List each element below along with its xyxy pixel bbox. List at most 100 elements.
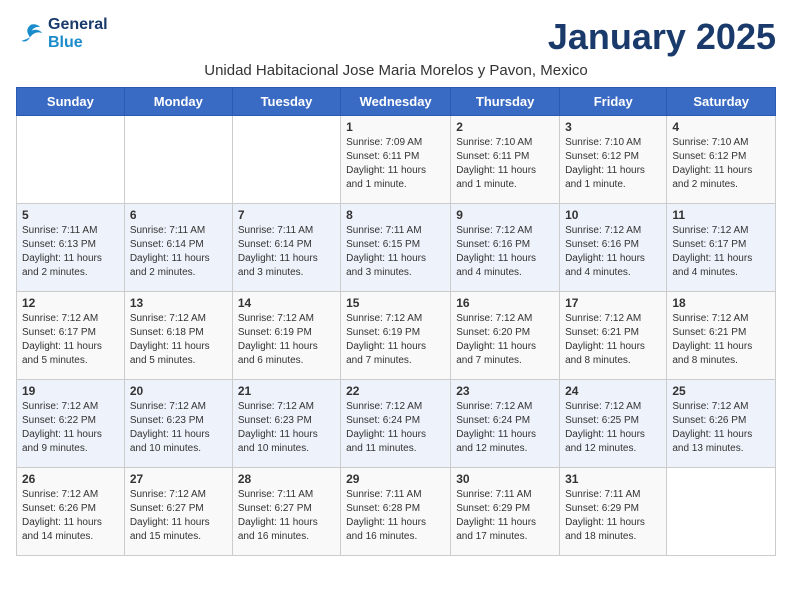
calendar-week-row: 12 Sunrise: 7:12 AM Sunset: 6:17 PM Dayli…	[17, 292, 776, 380]
calendar-cell: 17 Sunrise: 7:12 AM Sunset: 6:21 PM Dayli…	[560, 292, 667, 380]
calendar-cell: 4Sunrise: 7:10 AM Sunset: 6:12 PM Daylig…	[667, 116, 776, 204]
calendar-week-row: 5Sunrise: 7:11 AM Sunset: 6:13 PM Daylig…	[17, 204, 776, 292]
day-info: Sunrise: 7:11 AM Sunset: 6:29 PM Dayligh…	[565, 488, 661, 544]
day-info: Sunrise: 7:12 AM Sunset: 6:19 PM Dayligh…	[346, 312, 445, 368]
calendar-cell	[124, 116, 232, 204]
calendar-cell: 30Sunrise: 7:11 AM Sunset: 6:29 PM Dayli…	[451, 468, 560, 556]
day-number: 28	[238, 472, 335, 486]
day-number: 3	[565, 120, 661, 134]
day-info: Sunrise: 7:10 AM Sunset: 6:11 PM Dayligh…	[456, 136, 554, 192]
day-info: Sunrise: 7:09 AM Sunset: 6:11 PM Dayligh…	[346, 136, 445, 192]
day-of-week-header: Monday	[124, 88, 232, 116]
calendar-week-row: 1 Sunrise: 7:09 AM Sunset: 6:11 PM Daylig…	[17, 116, 776, 204]
calendar-cell: 14Sunrise: 7:12 AM Sunset: 6:19 PM Dayli…	[232, 292, 340, 380]
calendar: SundayMondayTuesdayWednesdayThursdayFrid…	[16, 87, 776, 556]
day-info: Sunrise: 7:12 AM Sunset: 6:23 PM Dayligh…	[238, 400, 335, 456]
day-info: Sunrise: 7:11 AM Sunset: 6:29 PM Dayligh…	[456, 488, 554, 544]
day-number: 25	[672, 384, 770, 398]
day-of-week-header: Saturday	[667, 88, 776, 116]
day-number: 13	[130, 296, 227, 310]
day-number: 29	[346, 472, 445, 486]
calendar-cell	[667, 468, 776, 556]
day-info: Sunrise: 7:12 AM Sunset: 6:16 PM Dayligh…	[565, 224, 661, 280]
day-number: 20	[130, 384, 227, 398]
day-number: 17	[565, 296, 661, 310]
day-info: Sunrise: 7:12 AM Sunset: 6:17 PM Dayligh…	[22, 312, 119, 368]
logo-general: General	[48, 16, 108, 34]
day-number: 18	[672, 296, 770, 310]
day-number: 2	[456, 120, 554, 134]
day-of-week-header: Wednesday	[341, 88, 451, 116]
calendar-cell: 10 Sunrise: 7:12 AM Sunset: 6:16 PM Dayli…	[560, 204, 667, 292]
calendar-cell: 7 Sunrise: 7:11 AM Sunset: 6:14 PM Daylig…	[232, 204, 340, 292]
calendar-cell: 22 Sunrise: 7:12 AM Sunset: 6:24 PM Dayli…	[341, 380, 451, 468]
calendar-cell: 15 Sunrise: 7:12 AM Sunset: 6:19 PM Dayli…	[341, 292, 451, 380]
day-info: Sunrise: 7:12 AM Sunset: 6:27 PM Dayligh…	[130, 488, 227, 544]
day-info: Sunrise: 7:12 AM Sunset: 6:26 PM Dayligh…	[672, 400, 770, 456]
logo-blue: Blue	[48, 34, 108, 52]
calendar-cell: 20Sunrise: 7:12 AM Sunset: 6:23 PM Dayli…	[124, 380, 232, 468]
day-info: Sunrise: 7:12 AM Sunset: 6:25 PM Dayligh…	[565, 400, 661, 456]
day-number: 7	[238, 208, 335, 222]
calendar-cell: 13 Sunrise: 7:12 AM Sunset: 6:18 PM Dayli…	[124, 292, 232, 380]
days-of-week-row: SundayMondayTuesdayWednesdayThursdayFrid…	[17, 88, 776, 116]
calendar-cell: 24 Sunrise: 7:12 AM Sunset: 6:25 PM Dayli…	[560, 380, 667, 468]
day-number: 11	[672, 208, 770, 222]
day-number: 15	[346, 296, 445, 310]
day-number: 14	[238, 296, 335, 310]
calendar-cell	[17, 116, 125, 204]
day-of-week-header: Friday	[560, 88, 667, 116]
calendar-cell: 18Sunrise: 7:12 AM Sunset: 6:21 PM Dayli…	[667, 292, 776, 380]
day-number: 6	[130, 208, 227, 222]
calendar-cell: 9 Sunrise: 7:12 AM Sunset: 6:16 PM Daylig…	[451, 204, 560, 292]
day-number: 22	[346, 384, 445, 398]
calendar-cell: 12 Sunrise: 7:12 AM Sunset: 6:17 PM Dayli…	[17, 292, 125, 380]
month-title: January 2025	[548, 16, 776, 58]
day-number: 8	[346, 208, 445, 222]
calendar-cell: 2 Sunrise: 7:10 AM Sunset: 6:11 PM Daylig…	[451, 116, 560, 204]
day-number: 1	[346, 120, 445, 134]
calendar-cell: 3 Sunrise: 7:10 AM Sunset: 6:12 PM Daylig…	[560, 116, 667, 204]
day-number: 9	[456, 208, 554, 222]
day-of-week-header: Sunday	[17, 88, 125, 116]
day-number: 21	[238, 384, 335, 398]
day-info: Sunrise: 7:12 AM Sunset: 6:24 PM Dayligh…	[456, 400, 554, 456]
day-info: Sunrise: 7:11 AM Sunset: 6:27 PM Dayligh…	[238, 488, 335, 544]
calendar-cell: 1 Sunrise: 7:09 AM Sunset: 6:11 PM Daylig…	[341, 116, 451, 204]
calendar-cell: 31 Sunrise: 7:11 AM Sunset: 6:29 PM Dayli…	[560, 468, 667, 556]
header: General Blue January 2025	[16, 16, 776, 58]
calendar-cell: 27 Sunrise: 7:12 AM Sunset: 6:27 PM Dayli…	[124, 468, 232, 556]
day-info: Sunrise: 7:10 AM Sunset: 6:12 PM Dayligh…	[672, 136, 770, 192]
day-info: Sunrise: 7:12 AM Sunset: 6:24 PM Dayligh…	[346, 400, 445, 456]
day-number: 27	[130, 472, 227, 486]
day-number: 24	[565, 384, 661, 398]
day-number: 19	[22, 384, 119, 398]
calendar-cell: 25 Sunrise: 7:12 AM Sunset: 6:26 PM Dayli…	[667, 380, 776, 468]
calendar-cell: 6 Sunrise: 7:11 AM Sunset: 6:14 PM Daylig…	[124, 204, 232, 292]
day-info: Sunrise: 7:12 AM Sunset: 6:21 PM Dayligh…	[565, 312, 661, 368]
calendar-week-row: 19 Sunrise: 7:12 AM Sunset: 6:22 PM Dayli…	[17, 380, 776, 468]
day-info: Sunrise: 7:11 AM Sunset: 6:14 PM Dayligh…	[130, 224, 227, 280]
day-number: 12	[22, 296, 119, 310]
day-number: 16	[456, 296, 554, 310]
day-info: Sunrise: 7:12 AM Sunset: 6:16 PM Dayligh…	[456, 224, 554, 280]
calendar-cell: 8Sunrise: 7:11 AM Sunset: 6:15 PM Daylig…	[341, 204, 451, 292]
logo: General Blue	[16, 16, 108, 51]
day-info: Sunrise: 7:12 AM Sunset: 6:20 PM Dayligh…	[456, 312, 554, 368]
calendar-cell: 5Sunrise: 7:11 AM Sunset: 6:13 PM Daylig…	[17, 204, 125, 292]
day-info: Sunrise: 7:12 AM Sunset: 6:18 PM Dayligh…	[130, 312, 227, 368]
day-info: Sunrise: 7:11 AM Sunset: 6:28 PM Dayligh…	[346, 488, 445, 544]
day-info: Sunrise: 7:11 AM Sunset: 6:14 PM Dayligh…	[238, 224, 335, 280]
calendar-cell: 16 Sunrise: 7:12 AM Sunset: 6:20 PM Dayli…	[451, 292, 560, 380]
day-number: 26	[22, 472, 119, 486]
day-number: 10	[565, 208, 661, 222]
logo-bird-icon	[16, 22, 44, 46]
day-info: Sunrise: 7:12 AM Sunset: 6:26 PM Dayligh…	[22, 488, 119, 544]
day-info: Sunrise: 7:12 AM Sunset: 6:22 PM Dayligh…	[22, 400, 119, 456]
calendar-cell: 19 Sunrise: 7:12 AM Sunset: 6:22 PM Dayli…	[17, 380, 125, 468]
day-info: Sunrise: 7:10 AM Sunset: 6:12 PM Dayligh…	[565, 136, 661, 192]
day-info: Sunrise: 7:12 AM Sunset: 6:17 PM Dayligh…	[672, 224, 770, 280]
calendar-cell: 29 Sunrise: 7:11 AM Sunset: 6:28 PM Dayli…	[341, 468, 451, 556]
calendar-cell: 21 Sunrise: 7:12 AM Sunset: 6:23 PM Dayli…	[232, 380, 340, 468]
day-number: 31	[565, 472, 661, 486]
